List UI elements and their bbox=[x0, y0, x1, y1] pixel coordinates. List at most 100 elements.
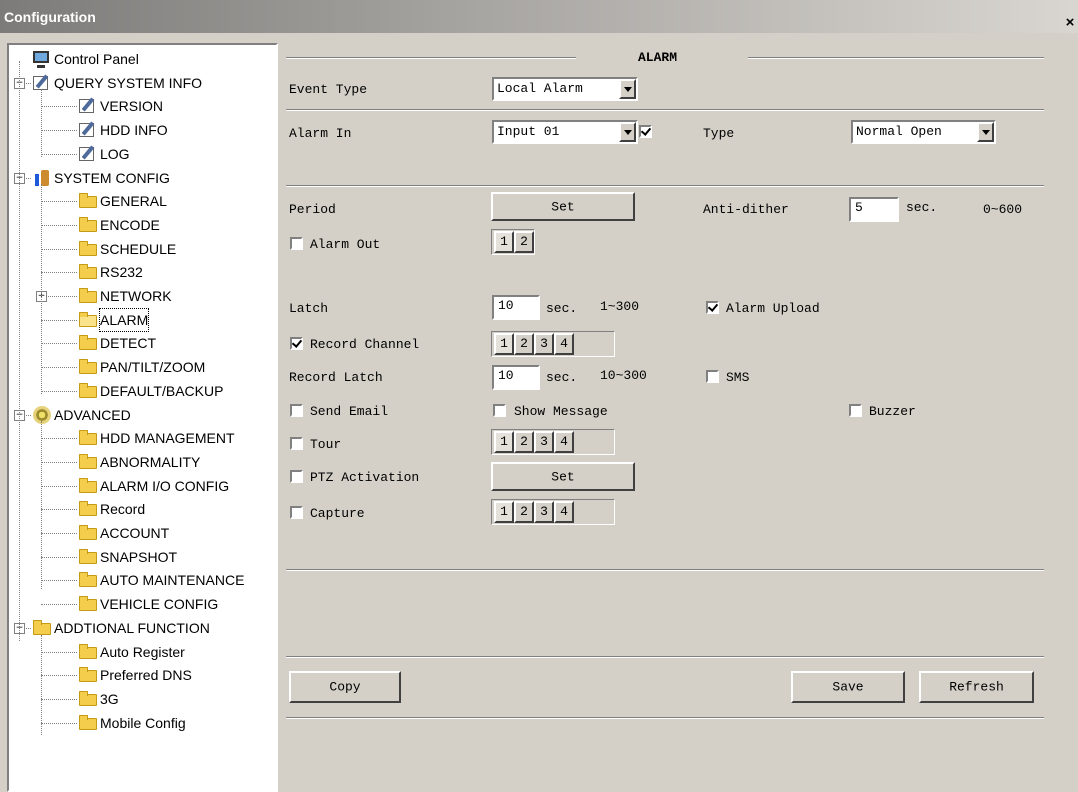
tree-item-auto_maintenance[interactable]: AUTO MAINTENANCE bbox=[9, 569, 274, 591]
sms-checkbox[interactable] bbox=[706, 370, 719, 383]
capture-channel-1-button[interactable]: 1 bbox=[494, 501, 514, 523]
type-value: Normal Open bbox=[856, 124, 942, 139]
tree-item-control_panel[interactable]: Control Panel bbox=[9, 48, 274, 70]
ptz-set-button[interactable]: Set bbox=[491, 462, 635, 491]
tree-item-general[interactable]: GENERAL bbox=[9, 190, 274, 212]
latch-input[interactable]: 10 bbox=[492, 295, 540, 320]
buzzer-checkbox[interactable] bbox=[849, 404, 862, 417]
record-channel-checkbox[interactable] bbox=[290, 337, 303, 350]
alarm-out-channel-1-button[interactable]: 1 bbox=[494, 231, 514, 253]
tree-item-detect[interactable]: DETECT bbox=[9, 332, 274, 354]
divider bbox=[286, 569, 1044, 571]
capture-label: Capture bbox=[310, 506, 365, 521]
tree-item-label: SCHEDULE bbox=[100, 241, 177, 257]
capture-channel-3-button[interactable]: 3 bbox=[534, 501, 554, 523]
type-select[interactable]: Normal Open bbox=[851, 120, 996, 144]
ptz-activation-checkbox[interactable] bbox=[290, 470, 303, 483]
period-label: Period bbox=[289, 202, 336, 217]
record-channel-channel-3-button[interactable]: 3 bbox=[534, 333, 554, 355]
save-button[interactable]: Save bbox=[791, 671, 905, 703]
tree-item-advanced[interactable]: − ADVANCED bbox=[9, 404, 274, 426]
show-message-checkbox[interactable] bbox=[493, 404, 506, 417]
tree-connector bbox=[41, 557, 77, 558]
tree-item-default_backup[interactable]: DEFAULT/BACKUP bbox=[9, 380, 274, 402]
config-tree[interactable]: Control Panel − QUERY SYSTEM INFO VERSION HD… bbox=[7, 43, 278, 792]
tree-item-query[interactable]: − QUERY SYSTEM INFO bbox=[9, 72, 274, 94]
tree-item-label: ABNORMALITY bbox=[100, 454, 201, 470]
record-latch-input[interactable]: 10 bbox=[492, 365, 540, 390]
alarm-out-checkbox[interactable] bbox=[290, 237, 303, 250]
tree-item-abnormality[interactable]: ABNORMALITY bbox=[9, 451, 274, 473]
tree-item-snapshot[interactable]: SNAPSHOT bbox=[9, 546, 274, 568]
tree-item-label: SNAPSHOT bbox=[100, 549, 178, 565]
sms-label: SMS bbox=[726, 370, 750, 385]
tree-connector bbox=[41, 723, 77, 724]
tree-connector bbox=[41, 533, 77, 534]
tree-item-log[interactable]: LOG bbox=[9, 143, 274, 165]
alarm-upload-checkbox[interactable] bbox=[706, 301, 719, 314]
tree-connector bbox=[19, 61, 20, 641]
tour-checkbox[interactable] bbox=[290, 437, 303, 450]
period-set-button[interactable]: Set bbox=[491, 192, 635, 221]
capture-channel-4-button[interactable]: 4 bbox=[554, 501, 574, 523]
tour-channel-1-button[interactable]: 1 bbox=[494, 431, 514, 453]
folder-icon bbox=[79, 525, 97, 540]
divider bbox=[286, 185, 1044, 187]
tree-item-hdd_info[interactable]: HDD INFO bbox=[9, 119, 274, 141]
alarm-in-value: Input 01 bbox=[497, 124, 560, 139]
alarm-in-select[interactable]: Input 01 bbox=[492, 120, 638, 144]
tree-connector bbox=[41, 320, 77, 321]
capture-checkbox[interactable] bbox=[290, 506, 303, 519]
tree-item-schedule[interactable]: SCHEDULE bbox=[9, 238, 274, 260]
anti-dither-range: 0~600 bbox=[983, 202, 1023, 217]
folder-icon bbox=[79, 549, 97, 564]
tree-item-alarm_io[interactable]: ALARM I/O CONFIG bbox=[9, 475, 274, 497]
tree-item-label: ALARM I/O CONFIG bbox=[100, 478, 230, 494]
tree-item-3g[interactable]: 3G bbox=[9, 688, 274, 710]
tree-item-version[interactable]: VERSION bbox=[9, 95, 274, 117]
alarm-in-enable-checkbox[interactable] bbox=[639, 125, 652, 138]
tree-item-encode[interactable]: ENCODE bbox=[9, 214, 274, 236]
tour-channel-3-button[interactable]: 3 bbox=[534, 431, 554, 453]
tree-item-hdd_management[interactable]: HDD MANAGEMENT bbox=[9, 427, 274, 449]
dropdown-arrow-icon bbox=[977, 122, 994, 142]
alarm-out-channel-2-button[interactable]: 2 bbox=[514, 231, 534, 253]
tree-item-account[interactable]: ACCOUNT bbox=[9, 522, 274, 544]
tree-connector bbox=[41, 201, 77, 202]
tree-item-mobile_config[interactable]: Mobile Config bbox=[9, 712, 274, 734]
tour-channel-2-button[interactable]: 2 bbox=[514, 431, 534, 453]
tree-item-rs232[interactable]: RS232 bbox=[9, 261, 274, 283]
tree-item-record[interactable]: Record bbox=[9, 498, 274, 520]
latch-label: Latch bbox=[289, 301, 329, 316]
record-channel-channel-1-button[interactable]: 1 bbox=[494, 333, 514, 355]
tree-item-label: GENERAL bbox=[100, 193, 167, 209]
folder-icon bbox=[79, 217, 97, 232]
tree-item-vehicle_config[interactable]: VEHICLE CONFIG bbox=[9, 593, 274, 615]
tree-item-alarm[interactable]: ALARM bbox=[9, 308, 274, 332]
folder-icon bbox=[79, 241, 97, 256]
folder-icon bbox=[79, 288, 97, 303]
send-email-checkbox[interactable] bbox=[290, 404, 303, 417]
tree-item-network[interactable]: + NETWORK bbox=[9, 285, 274, 307]
record-latch-unit: sec. bbox=[546, 370, 578, 385]
close-button[interactable]: × bbox=[1062, 14, 1078, 31]
tree-item-additional[interactable]: − ADDTIONAL FUNCTION bbox=[9, 617, 274, 639]
tree-item-system_config[interactable]: − SYSTEM CONFIG bbox=[9, 167, 274, 189]
record-channel-channel-4-button[interactable]: 4 bbox=[554, 333, 574, 355]
monitor-icon bbox=[33, 51, 49, 68]
record-channel-channel-2-button[interactable]: 2 bbox=[514, 333, 534, 355]
tour-channel-4-button[interactable]: 4 bbox=[554, 431, 574, 453]
copy-button[interactable]: Copy bbox=[289, 671, 401, 703]
capture-channel-2-button[interactable]: 2 bbox=[514, 501, 534, 523]
folder-icon bbox=[79, 691, 97, 706]
refresh-button[interactable]: Refresh bbox=[919, 671, 1034, 703]
tree-item-preferred_dns[interactable]: Preferred DNS bbox=[9, 664, 274, 686]
event-type-select[interactable]: Local Alarm bbox=[492, 77, 638, 101]
tree-item-label: QUERY SYSTEM INFO bbox=[54, 75, 203, 91]
tree-item-label: ADDTIONAL FUNCTION bbox=[54, 620, 210, 636]
tree-item-ptz[interactable]: PAN/TILT/ZOOM bbox=[9, 356, 274, 378]
tree-connector bbox=[41, 367, 77, 368]
anti-dither-input[interactable]: 5 bbox=[849, 197, 899, 222]
tree-item-auto_register[interactable]: Auto Register bbox=[9, 641, 274, 663]
latch-range: 1~300 bbox=[600, 299, 640, 314]
